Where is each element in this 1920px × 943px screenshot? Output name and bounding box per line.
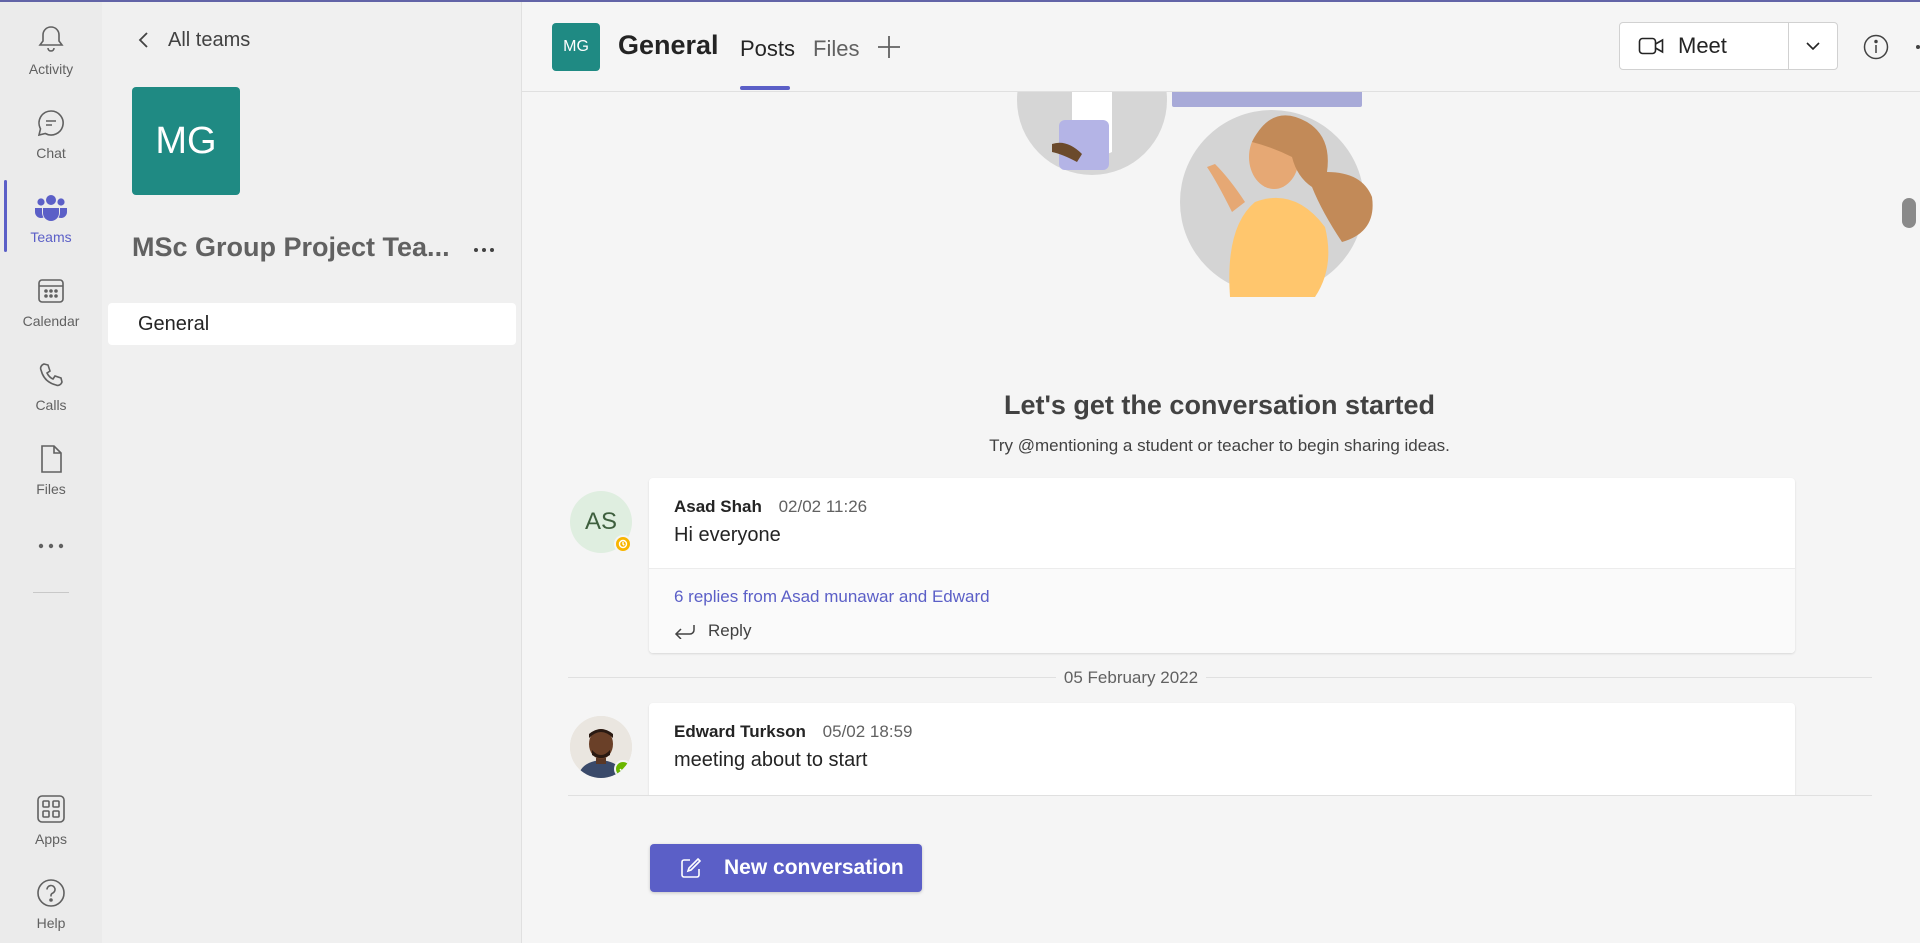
more-horizontal-icon bbox=[1916, 45, 1920, 49]
rail-label: Activity bbox=[28, 61, 74, 77]
tab-files[interactable]: Files bbox=[813, 36, 859, 62]
message-clip: Edward Turkson 05/02 18:59 meeting about… bbox=[522, 700, 1920, 795]
chevron-down-icon bbox=[1806, 42, 1820, 50]
rail-label: Teams bbox=[30, 229, 72, 245]
message-author[interactable]: Asad Shah bbox=[674, 497, 762, 516]
rail-label: Files bbox=[36, 481, 66, 497]
reply-button[interactable]: Reply bbox=[674, 621, 751, 641]
top-accent-line bbox=[0, 0, 1920, 2]
rail-label: Calls bbox=[35, 397, 67, 413]
channel-title: General bbox=[618, 30, 719, 60]
rail-label: Help bbox=[36, 915, 66, 931]
channel-info-button[interactable] bbox=[1862, 33, 1890, 61]
team-name: MSc Group Project Tea... bbox=[132, 232, 450, 262]
channel-header: MG General Posts Files Meet bbox=[522, 0, 1920, 92]
channel-label: General bbox=[138, 312, 210, 335]
rail-label: Apps bbox=[35, 831, 67, 847]
date-divider-label: 05 February 2022 bbox=[1063, 668, 1199, 687]
welcome-title: Let's get the conversation started bbox=[1003, 390, 1436, 420]
message-timestamp: 02/02 11:26 bbox=[778, 497, 868, 516]
welcome-subtitle: Try @mentioning a student or teacher to … bbox=[989, 436, 1450, 455]
avatar[interactable]: AS bbox=[570, 491, 632, 553]
replies-link[interactable]: 6 replies from Asad munawar and Edward bbox=[674, 587, 990, 607]
teams-icon bbox=[35, 191, 67, 223]
rail-item-calls[interactable]: Calls bbox=[0, 344, 102, 428]
help-icon bbox=[35, 877, 67, 909]
chevron-left-icon bbox=[132, 28, 156, 52]
bell-icon bbox=[35, 23, 67, 55]
more-horizontal-icon bbox=[474, 248, 494, 252]
date-divider: 05 February 2022 bbox=[568, 665, 1872, 689]
message-card: Edward Turkson 05/02 18:59 meeting about… bbox=[649, 703, 1795, 795]
all-teams-back-link[interactable]: All teams bbox=[132, 28, 250, 52]
plus-icon bbox=[878, 36, 900, 58]
rail-label: Chat bbox=[36, 145, 66, 161]
away-status-icon bbox=[614, 535, 632, 553]
add-tab-button[interactable] bbox=[876, 34, 902, 60]
rail-label: Calendar bbox=[22, 313, 80, 329]
team-more-options-button[interactable] bbox=[466, 236, 502, 264]
rail-item-calendar[interactable]: Calendar bbox=[0, 260, 102, 344]
rail-item-help[interactable]: Help bbox=[0, 862, 102, 943]
rail-item-apps[interactable]: Apps bbox=[0, 778, 102, 862]
channel-item-general[interactable]: General bbox=[108, 303, 516, 345]
rail-item-activity[interactable]: Activity bbox=[0, 8, 102, 92]
compose-icon bbox=[680, 857, 702, 879]
team-panel: All teams MG MSc Group Project Tea... Ge… bbox=[102, 0, 522, 943]
calendar-icon bbox=[35, 275, 67, 307]
info-icon bbox=[1863, 34, 1889, 60]
file-icon bbox=[35, 443, 67, 475]
rail-item-files[interactable]: Files bbox=[0, 428, 102, 512]
active-tab-indicator bbox=[740, 86, 790, 90]
message-text: meeting about to start bbox=[674, 749, 868, 771]
apps-icon bbox=[35, 793, 67, 825]
rail-item-chat[interactable]: Chat bbox=[0, 92, 102, 176]
channel-avatar: MG bbox=[552, 23, 600, 71]
app-rail: Activity Chat Teams Calendar Calls Files bbox=[0, 0, 102, 943]
channel-main: MG General Posts Files Meet Let's get th… bbox=[522, 0, 1920, 943]
chat-icon bbox=[35, 107, 67, 139]
rail-divider bbox=[33, 592, 69, 593]
meet-dropdown-button[interactable] bbox=[1788, 22, 1838, 70]
meet-label: Meet bbox=[1678, 33, 1727, 58]
new-conversation-button[interactable]: New conversation bbox=[650, 844, 922, 892]
message-thread-footer: 6 replies from Asad munawar and Edward R… bbox=[649, 568, 1795, 653]
phone-icon bbox=[35, 359, 67, 391]
tab-posts[interactable]: Posts bbox=[740, 36, 795, 62]
header-more-options-button[interactable] bbox=[1912, 33, 1920, 61]
message-meta: Asad Shah 02/02 11:26 bbox=[674, 497, 867, 517]
all-teams-label: All teams bbox=[168, 28, 251, 51]
rail-item-teams[interactable]: Teams bbox=[0, 176, 102, 260]
message-timestamp: 05/02 18:59 bbox=[822, 722, 913, 741]
video-camera-icon bbox=[1638, 36, 1664, 56]
message-card: Asad Shah 02/02 11:26 Hi everyone 6 repl… bbox=[649, 478, 1795, 653]
reply-label: Reply bbox=[708, 621, 752, 640]
new-conversation-label: New conversation bbox=[724, 856, 904, 879]
avatar-initials: AS bbox=[584, 508, 617, 535]
message-author[interactable]: Edward Turkson bbox=[674, 722, 806, 741]
scrollbar-thumb[interactable] bbox=[1902, 198, 1916, 228]
compose-divider bbox=[568, 795, 1872, 796]
more-apps-icon bbox=[35, 530, 67, 562]
message-text: Hi everyone bbox=[674, 524, 781, 546]
team-avatar: MG bbox=[132, 87, 240, 195]
welcome-illustration bbox=[1017, 92, 1373, 297]
reply-arrow-icon bbox=[674, 623, 696, 639]
more-apps-button[interactable] bbox=[0, 504, 102, 588]
message-meta: Edward Turkson 05/02 18:59 bbox=[674, 722, 912, 742]
meet-button[interactable]: Meet bbox=[1619, 22, 1789, 70]
